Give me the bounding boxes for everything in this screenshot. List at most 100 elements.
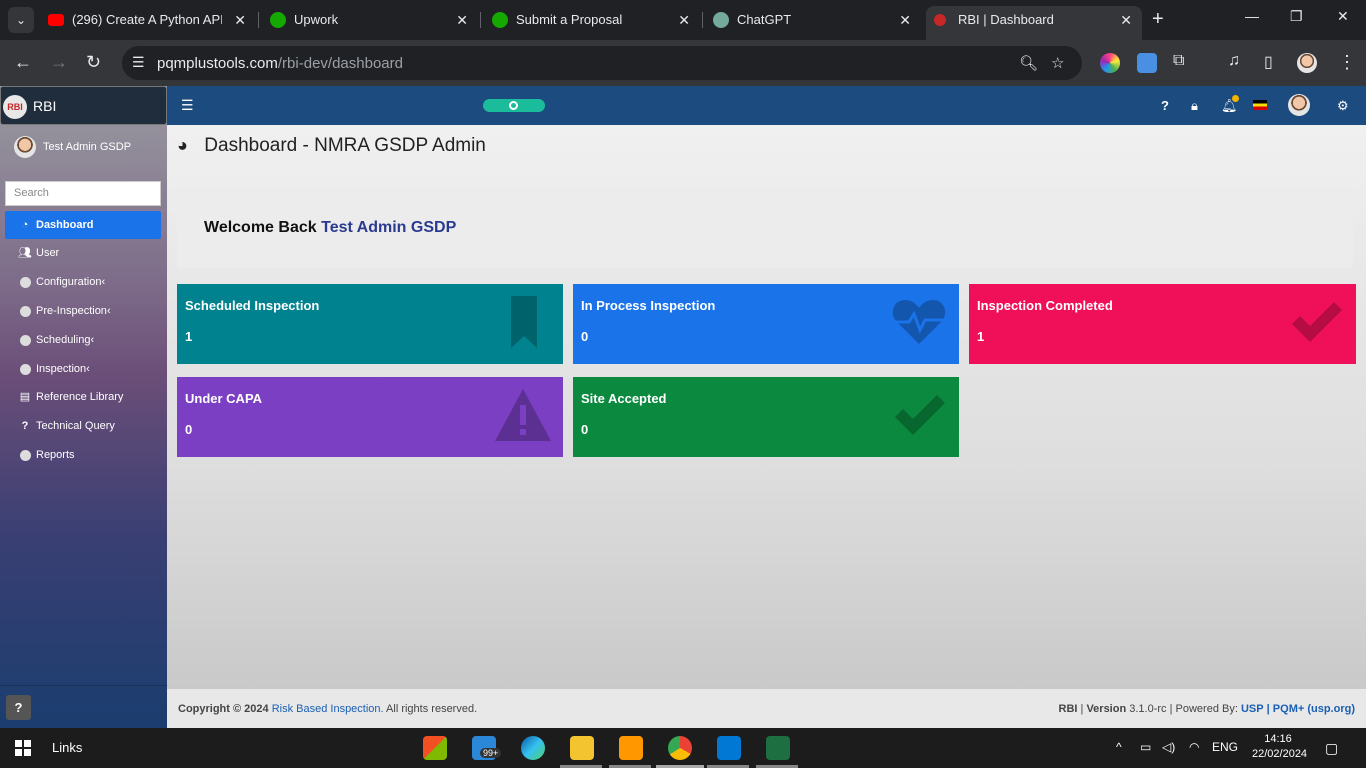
sidebar-item-pre-inspection[interactable]: Pre-Inspection‹ <box>5 297 161 325</box>
media-icon[interactable]: ♫ <box>1228 52 1240 70</box>
window-close-icon[interactable]: ✕ <box>1337 8 1349 25</box>
page-footer: Copyright © 2024 Risk Based Inspection. … <box>167 689 1366 728</box>
sidebar-item-label: Scheduling‹ <box>36 334 95 346</box>
puzzle-icon[interactable]: ⧉ <box>1173 52 1184 70</box>
menu-toggle-icon[interactable]: ☰ <box>181 97 194 114</box>
card-value: 0 <box>581 422 589 437</box>
notification-center-icon[interactable]: ▢ <box>1325 740 1338 757</box>
card-under-capa[interactable]: Under CAPA 0 <box>177 377 563 457</box>
bookmark-star-icon[interactable]: ☆ <box>1051 54 1064 72</box>
card-value: 1 <box>977 329 985 344</box>
tab-separator <box>258 12 259 28</box>
chrome-icon[interactable] <box>668 736 692 760</box>
profile-avatar[interactable] <box>1297 53 1317 73</box>
tab-search-button[interactable]: ⌄ <box>8 7 34 33</box>
tab-label: Submit a Proposal <box>516 12 623 27</box>
footer-copyright: Copyright © 2024 Risk Based Inspection. … <box>178 703 478 715</box>
restore-icon[interactable]: ❐ <box>1290 8 1303 25</box>
sublime-text-icon[interactable] <box>619 736 643 760</box>
brand-name: RBI <box>33 98 57 114</box>
company-link[interactable]: Risk Based Inspection. <box>272 703 384 715</box>
brand-header[interactable]: RBI RBI <box>0 86 167 125</box>
language-indicator[interactable]: ENG <box>1212 740 1238 754</box>
windows-start-icon[interactable] <box>15 740 31 756</box>
avatar <box>14 136 36 158</box>
edge-icon[interactable] <box>521 736 545 760</box>
sidebar-item-inspection[interactable]: Inspection‹ <box>5 355 161 383</box>
vscode-icon[interactable] <box>717 736 741 760</box>
gauge-icon: ◔ <box>21 219 29 231</box>
help-button[interactable]: ? <box>6 695 31 720</box>
tray-chevron-icon[interactable]: ^ <box>1116 740 1122 754</box>
site-info-icon[interactable]: ☰ <box>132 54 145 71</box>
taskbar-links[interactable]: Links <box>52 740 82 755</box>
card-value: 1 <box>185 329 193 344</box>
sidebar-item-reference-library[interactable]: ▤ Reference Library <box>5 383 161 411</box>
zoom-icon[interactable]: 🔍︎ <box>1019 54 1038 72</box>
sidebar-item-scheduling[interactable]: Scheduling‹ <box>5 326 161 354</box>
lock-icon[interactable]: 🔒︎ <box>1191 98 1198 114</box>
reload-icon[interactable]: ↻ <box>86 52 101 73</box>
sidebar-item-user[interactable]: 👥︎ User <box>5 239 161 267</box>
check-icon <box>895 395 945 435</box>
help-icon[interactable]: ? <box>1161 98 1169 113</box>
user-name: Test Admin GSDP <box>43 141 132 153</box>
user-panel[interactable]: Test Admin GSDP <box>14 136 164 160</box>
close-icon[interactable]: ✕ <box>899 6 911 34</box>
color-picker-extension-icon[interactable] <box>1100 53 1120 73</box>
card-site-accepted[interactable]: Site Accepted 0 <box>573 377 959 457</box>
sidebar-search-input[interactable]: Search <box>5 181 161 206</box>
rbi-icon <box>934 14 946 26</box>
check-icon <box>1292 302 1342 342</box>
card-inspection-completed[interactable]: Inspection Completed 1 <box>969 284 1356 364</box>
extension-icon[interactable] <box>1137 53 1157 73</box>
pqm-link[interactable]: PQM+ (usp.org) <box>1273 703 1355 715</box>
user-avatar[interactable] <box>1288 94 1310 116</box>
page-title-text: Dashboard - NMRA GSDP Admin <box>204 135 486 156</box>
language-flag-icon[interactable] <box>1253 100 1267 110</box>
card-value: 0 <box>581 329 589 344</box>
sidebar-item-technical-query[interactable]: ? Technical Query <box>5 412 161 440</box>
tab-submit-proposal[interactable]: Submit a Proposal ✕ <box>492 6 690 34</box>
card-in-process-inspection[interactable]: In Process Inspection 0 <box>573 284 959 364</box>
tab-label: ChatGPT <box>737 12 792 27</box>
volume-icon[interactable]: ◁) <box>1162 740 1175 754</box>
sidebar-item-dashboard[interactable]: ◔ Dashboard <box>5 211 161 239</box>
sidebar-item-reports[interactable]: Reports <box>5 441 161 469</box>
card-scheduled-inspection[interactable]: Scheduled Inspection 1 <box>177 284 563 364</box>
battery-icon[interactable]: ▭ <box>1140 740 1151 754</box>
usp-link[interactable]: USP <box>1241 703 1264 715</box>
excel-icon[interactable] <box>766 736 790 760</box>
tab-rbi-dashboard[interactable]: RBI | Dashboard ✕ <box>934 6 1132 34</box>
side-panel-icon[interactable]: ▯ <box>1264 52 1273 72</box>
sidebar-item-label: Inspection‹ <box>36 363 90 375</box>
upwork-icon <box>492 12 508 28</box>
forward-icon[interactable]: → <box>50 52 68 73</box>
users-icon: 👥︎ <box>18 247 32 259</box>
close-icon[interactable]: ✕ <box>234 6 246 34</box>
tab-youtube[interactable]: (296) Create A Python API in ✕ <box>48 6 246 34</box>
sidebar-item-label: User <box>36 247 60 259</box>
network-icon[interactable]: ◠ <box>1189 740 1199 754</box>
minimize-icon[interactable]: — <box>1245 8 1259 24</box>
tab-upwork[interactable]: Upwork ✕ <box>270 6 468 34</box>
file-explorer-icon[interactable] <box>570 736 594 760</box>
store-icon[interactable] <box>423 736 447 760</box>
clock[interactable]: 14:16 22/02/2024 <box>1252 732 1307 762</box>
more-menu-icon[interactable]: ⋮ <box>1338 52 1356 73</box>
close-icon[interactable]: ✕ <box>456 6 468 34</box>
sidebar-item-configuration[interactable]: Configuration‹ <box>5 268 161 296</box>
settings-cogs-icon[interactable]: ⚙ <box>1337 98 1349 114</box>
url-host: pqmplustools.com <box>157 55 278 72</box>
close-icon[interactable]: ✕ <box>1120 6 1132 34</box>
dashboard-gauge-icon: ◕ <box>177 135 188 155</box>
new-tab-button[interactable]: + <box>1152 8 1164 31</box>
address-bar[interactable]: ☰ pqmplustools.com/rbi-dev/dashboard 🔍︎ … <box>122 46 1082 80</box>
book-icon: ▤ <box>19 391 31 403</box>
close-icon[interactable]: ✕ <box>678 6 690 34</box>
notification-badge <box>1232 95 1239 102</box>
tab-chatgpt[interactable]: ChatGPT ✕ <box>713 6 911 34</box>
sidebar: RBI RBI Test Admin GSDP Search ◔ Dashboa… <box>0 86 167 728</box>
back-icon[interactable]: ← <box>14 52 32 73</box>
card-title: Under CAPA <box>185 391 263 406</box>
